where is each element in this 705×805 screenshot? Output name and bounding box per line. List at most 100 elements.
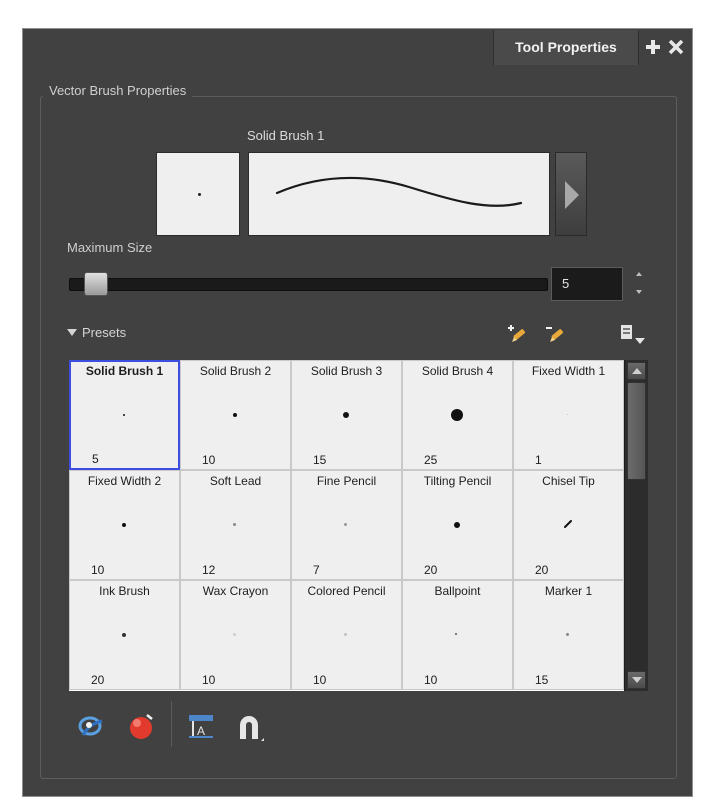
preset-tip-dot bbox=[451, 409, 463, 421]
preset-solid-brush-4[interactable]: Solid Brush 4 25 bbox=[402, 360, 513, 470]
preset-solid-brush-3[interactable]: Solid Brush 3 15 bbox=[291, 360, 402, 470]
preset-solid-brush-2[interactable]: Solid Brush 2 10 bbox=[180, 360, 291, 470]
spin-down-icon bbox=[636, 290, 642, 294]
panel-titlebar: Tool Properties bbox=[23, 29, 692, 65]
preset-name: Fixed Width 1 bbox=[531, 364, 606, 378]
preset-name: Solid Brush 3 bbox=[310, 364, 383, 378]
expand-brush-options-button[interactable] bbox=[555, 152, 587, 236]
preset-tip-dot bbox=[122, 523, 126, 527]
preset-marker-1[interactable]: Marker 1 15 bbox=[513, 580, 624, 690]
preset-fixed-width-2[interactable]: Fixed Width 2 10 bbox=[69, 470, 180, 580]
preset-size: 10 bbox=[91, 563, 105, 577]
group-title: Vector Brush Properties bbox=[43, 82, 193, 100]
preset-size: 20 bbox=[535, 563, 549, 577]
collapse-triangle-icon bbox=[67, 329, 77, 336]
preset-size: 1 bbox=[535, 453, 542, 467]
preset-fine-pencil[interactable]: Fine Pencil 7 bbox=[291, 470, 402, 580]
preset-name: Tilting Pencil bbox=[423, 474, 492, 488]
auto-fill-icon[interactable] bbox=[125, 711, 157, 743]
presets-grid: Solid Brush 1 5 Solid Brush 2 10 Solid B… bbox=[69, 360, 624, 691]
preset-name: Fine Pencil bbox=[316, 474, 377, 488]
auto-flatten-icon[interactable] bbox=[75, 711, 107, 743]
scroll-up-button[interactable] bbox=[627, 362, 646, 380]
preset-size: 10 bbox=[424, 673, 438, 687]
preset-size: 10 bbox=[313, 673, 327, 687]
preset-colored-pencil[interactable]: Colored Pencil 10 bbox=[291, 580, 402, 690]
preset-size: 25 bbox=[424, 453, 438, 467]
preset-size: 10 bbox=[202, 673, 216, 687]
presets-section-toggle[interactable]: Presets bbox=[67, 325, 126, 340]
maximum-size-slider-thumb[interactable] bbox=[83, 272, 108, 296]
presets-label: Presets bbox=[82, 325, 127, 340]
preset-name: Wax Crayon bbox=[202, 584, 269, 598]
presets-scrollbar[interactable] bbox=[624, 360, 648, 691]
size-decrement-button[interactable] bbox=[634, 287, 644, 297]
preset-name: Solid Brush 4 bbox=[421, 364, 494, 378]
brush-tip-preview bbox=[156, 152, 240, 236]
play-arrow-icon bbox=[565, 181, 579, 209]
preset-name: Soft Lead bbox=[209, 474, 262, 488]
size-increment-button[interactable] bbox=[634, 270, 644, 280]
stroke-preview-curve bbox=[275, 176, 523, 207]
preset-tip-dot bbox=[455, 633, 457, 635]
maximum-size-field[interactable]: 5 bbox=[551, 267, 623, 301]
preset-name: Colored Pencil bbox=[307, 584, 386, 598]
preset-tip-dot bbox=[454, 522, 460, 528]
preset-size: 20 bbox=[91, 673, 105, 687]
preset-tip-dot bbox=[344, 633, 347, 636]
tool-properties-panel: Tool Properties Vector Brush Properties … bbox=[22, 28, 693, 797]
tip-dot bbox=[198, 193, 201, 196]
preset-soft-lead[interactable]: Soft Lead 12 bbox=[180, 470, 291, 580]
preset-tip-dot bbox=[123, 414, 125, 416]
maximum-size-label: Maximum Size bbox=[67, 240, 153, 255]
close-icon[interactable] bbox=[666, 37, 686, 57]
preset-solid-brush-1[interactable]: Solid Brush 1 5 bbox=[69, 360, 180, 470]
preset-name: Ink Brush bbox=[99, 584, 150, 598]
svg-text:A: A bbox=[197, 724, 205, 738]
toolbar-separator bbox=[171, 701, 172, 747]
preset-tip-dot bbox=[122, 633, 126, 637]
preset-name: Solid Brush 2 bbox=[199, 364, 272, 378]
scroll-thumb[interactable] bbox=[627, 382, 646, 480]
scroll-down-button[interactable] bbox=[627, 671, 646, 689]
add-icon[interactable] bbox=[643, 37, 663, 57]
preset-ballpoint[interactable]: Ballpoint 10 bbox=[402, 580, 513, 690]
preset-name: Chisel Tip bbox=[542, 474, 595, 488]
preset-name: Solid Brush 1 bbox=[85, 364, 164, 378]
preset-tip-dot bbox=[344, 523, 347, 526]
preset-tip-dot bbox=[566, 633, 569, 636]
preset-tip-dot bbox=[567, 414, 568, 415]
preset-menu-icon[interactable] bbox=[620, 323, 646, 345]
preset-tilting-pencil[interactable]: Tilting Pencil 20 bbox=[402, 470, 513, 580]
preset-size: 12 bbox=[202, 563, 216, 577]
scroll-down-arrow-icon bbox=[632, 677, 642, 683]
snap-to-line-icon[interactable]: A bbox=[185, 711, 217, 743]
preset-size: 15 bbox=[535, 673, 549, 687]
magnet-icon[interactable] bbox=[233, 711, 265, 743]
brush-name-label: Solid Brush 1 bbox=[247, 128, 325, 143]
preset-tip-dot bbox=[233, 523, 236, 526]
scroll-up-arrow-icon bbox=[632, 368, 642, 374]
spin-up-icon bbox=[636, 272, 642, 276]
preset-ink-brush[interactable]: Ink Brush 20 bbox=[69, 580, 180, 690]
preset-wax-crayon[interactable]: Wax Crayon 10 bbox=[180, 580, 291, 690]
preset-size: 7 bbox=[313, 563, 320, 577]
preset-tip-dot bbox=[343, 412, 349, 418]
chisel-tip-mark bbox=[564, 520, 572, 528]
preset-name: Ballpoint bbox=[434, 584, 481, 598]
preset-name: Fixed Width 2 bbox=[87, 474, 162, 488]
new-preset-icon[interactable] bbox=[508, 323, 528, 345]
preset-chisel-tip[interactable]: Chisel Tip 20 bbox=[513, 470, 624, 580]
tab-tool-properties[interactable]: Tool Properties bbox=[493, 30, 639, 65]
preset-size: 5 bbox=[92, 452, 99, 466]
preset-tip-dot bbox=[233, 413, 237, 417]
preset-size: 15 bbox=[313, 453, 327, 467]
maximum-size-slider[interactable] bbox=[69, 278, 548, 291]
preset-tip-dot bbox=[233, 633, 236, 636]
preset-name: Marker 1 bbox=[544, 584, 593, 598]
preset-size: 10 bbox=[202, 453, 216, 467]
preset-size: 20 bbox=[424, 563, 438, 577]
rename-preset-icon[interactable] bbox=[546, 323, 566, 345]
preset-fixed-width-1[interactable]: Fixed Width 1 1 bbox=[513, 360, 624, 470]
stroke-preview bbox=[248, 152, 550, 236]
